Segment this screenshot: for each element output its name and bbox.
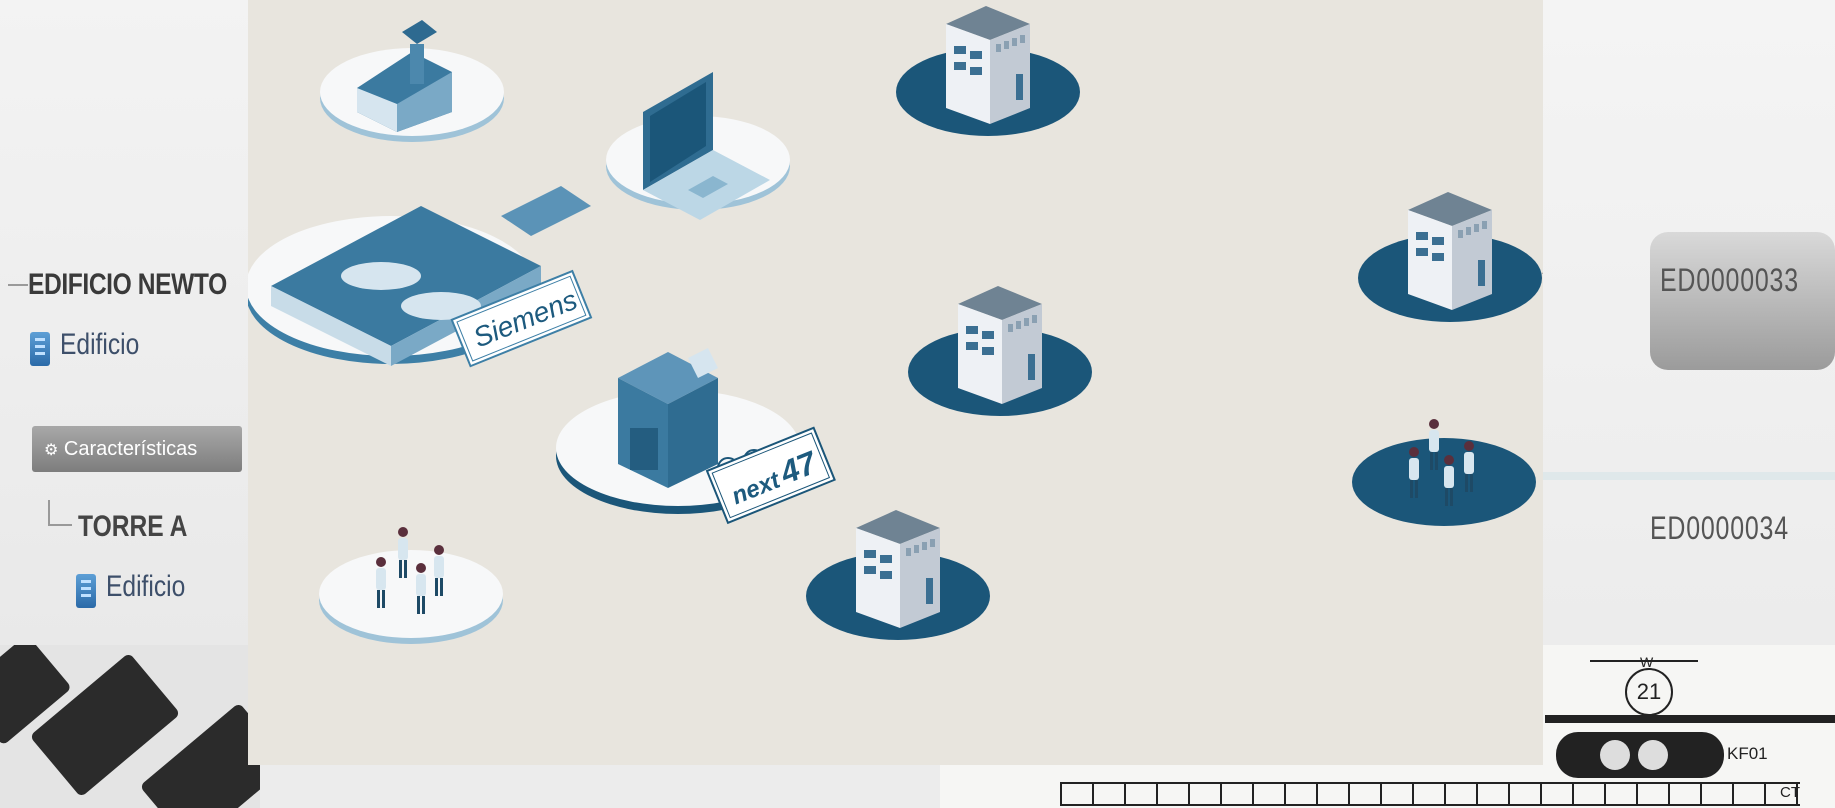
background-right-panel: ED0000033 ED0000034 [1540,0,1835,645]
code-badge [1650,232,1835,370]
tree-item-edificio-sub[interactable]: Edificio [106,570,185,604]
settings-icon: ⚙ [44,442,59,459]
blueprint-ring-number: 21 [1625,668,1673,716]
blueprint-kf-label: KF01 [1727,744,1768,763]
building-icon [76,574,96,608]
blueprint-ct-label: CT [1780,784,1800,801]
background-left-panel: EDIFICIO NEWTO Edificio ⚙ Característica… [0,0,260,645]
tree-item-edificio[interactable]: Edificio [60,328,139,362]
switch-dot [1638,740,1668,770]
illustration-panel: Siemens next 47 [248,0,1543,765]
network-illustration: Siemens next 47 [248,6,1543,644]
navy-platform-people [1352,419,1536,526]
navy-platform-building-1 [896,6,1080,136]
building-code-2: ED0000034 [1650,510,1789,546]
laptop-keyboard-photo [0,645,260,808]
tree-branch-line [48,500,72,526]
platform-people [319,527,503,644]
row-divider [1540,472,1835,480]
features-button-label: Características [63,438,198,460]
blueprint-switch-symbol [1556,732,1724,778]
desk-surface [260,765,940,808]
navy-platform-building-2 [1358,192,1542,322]
blueprint-grid [1060,782,1800,806]
platform-university [320,20,504,142]
navy-platform-building-3 [908,286,1092,416]
switch-dot [1600,740,1630,770]
building-icon [30,332,50,366]
navy-platform-building-4 [806,510,990,640]
building-tree-title: EDIFICIO NEWTO [28,268,227,301]
tree-connector [8,284,28,286]
blueprint-bar [1545,715,1835,723]
platform-laptop [606,72,790,220]
tree-item-torre-a[interactable]: TORRE A [78,510,187,544]
features-button[interactable]: ⚙ Características [32,426,242,472]
building-code-1: ED0000033 [1660,262,1799,298]
